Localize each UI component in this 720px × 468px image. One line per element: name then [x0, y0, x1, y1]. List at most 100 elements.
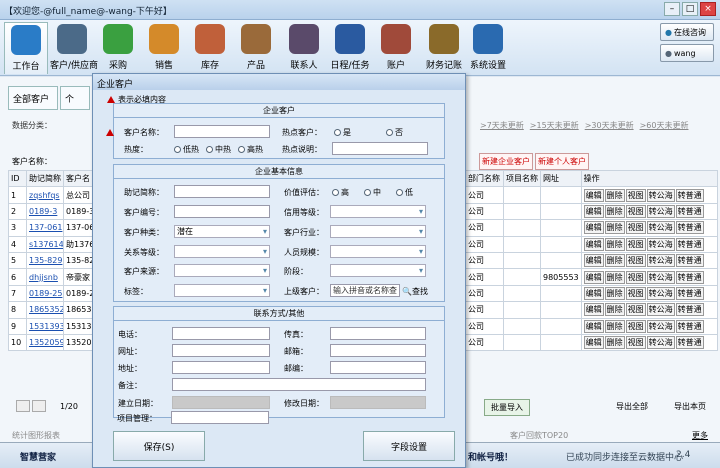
row-action-button[interactable]: 视图 — [625, 237, 646, 251]
toolbar-customers-button[interactable]: 客户/供应商 — [50, 22, 98, 74]
top20-link[interactable]: 客户回款TOP20 — [510, 430, 568, 441]
row-action-button[interactable]: 视图 — [625, 336, 646, 350]
hot-desc-input[interactable] — [332, 142, 428, 155]
update-filter-link[interactable]: >7天未更新 — [480, 121, 524, 130]
update-filter-link[interactable]: >15天未更新 — [530, 121, 579, 130]
toolbar-basket-button[interactable]: 采购 — [96, 22, 140, 74]
row-action-button[interactable]: 转公海 — [646, 303, 675, 317]
tab-personal[interactable]: 个 — [60, 86, 90, 110]
table-row[interactable]: 6 dhjjsnb 帝豪家 — [8, 268, 96, 286]
table-cell[interactable]: 137-061 — [29, 223, 62, 232]
table-row[interactable]: 5 135-829 135-82 — [8, 251, 96, 270]
online-consult-button[interactable]: ● 在线咨询 — [660, 23, 714, 41]
row-action-button[interactable]: 删除 — [604, 188, 625, 202]
table-row[interactable]: 公司 编辑 删除 视图 转公海 转普通 — [465, 333, 718, 352]
column-header[interactable]: 部门名称 — [465, 169, 504, 188]
value-high-radio[interactable]: 高 — [332, 187, 349, 198]
heat-low-radio[interactable]: 低热 — [174, 144, 199, 155]
export-page-button[interactable]: 导出本页 — [674, 401, 706, 412]
row-action-button[interactable]: 编辑 — [583, 237, 604, 251]
stats-report-checkbox[interactable]: 统计图形报表 — [12, 430, 60, 441]
toolbar-ledger-button[interactable]: 财务记账 — [422, 22, 466, 74]
email-input[interactable] — [330, 344, 426, 357]
heat-high-radio[interactable]: 高热 — [238, 144, 263, 155]
row-action-button[interactable]: 编辑 — [583, 188, 604, 202]
toolbar-sales-button[interactable]: 销售 — [142, 22, 186, 74]
row-action-button[interactable]: 删除 — [604, 286, 625, 300]
row-action-button[interactable]: 转公海 — [646, 221, 675, 235]
table-cell[interactable]: dhjjsnb — [29, 273, 58, 282]
row-action-button[interactable]: 编辑 — [583, 204, 604, 218]
row-action-button[interactable]: 视图 — [625, 204, 646, 218]
type-select[interactable]: 潜在 — [174, 225, 270, 238]
row-action-button[interactable]: 视图 — [625, 303, 646, 317]
credit-select[interactable] — [330, 205, 426, 218]
row-action-button[interactable]: 删除 — [604, 336, 625, 350]
table-row[interactable]: 8 1865352 18653 — [8, 301, 96, 319]
row-action-button[interactable]: 编辑 — [583, 270, 604, 284]
row-action-button[interactable]: 删除 — [604, 237, 625, 251]
source-select[interactable] — [174, 264, 270, 277]
value-low-radio[interactable]: 低 — [396, 187, 413, 198]
export-all-button[interactable]: 导出全部 — [616, 401, 648, 412]
row-action-button[interactable]: 转普通 — [675, 204, 704, 218]
toolbar-warehouse-button[interactable]: 库存 — [188, 22, 232, 74]
row-action-button[interactable]: 视图 — [625, 319, 646, 333]
hot-yes-radio[interactable]: 是 — [334, 127, 351, 138]
row-action-button[interactable]: 转普通 — [675, 254, 704, 268]
value-mid-radio[interactable]: 中 — [364, 187, 381, 198]
table-cell[interactable]: 135-829 — [29, 256, 62, 265]
field-settings-button[interactable]: 字段设置 — [363, 431, 455, 461]
row-action-button[interactable]: 视图 — [625, 286, 646, 300]
table-cell[interactable]: 1531393 — [29, 322, 63, 331]
row-action-button[interactable]: 删除 — [604, 204, 625, 218]
toolbar-workbench-button[interactable]: 工作台 — [4, 22, 48, 74]
row-action-button[interactable]: 视图 — [625, 270, 646, 284]
tab-all-customers[interactable]: 全部客户 — [8, 86, 58, 110]
row-action-button[interactable]: 转公海 — [646, 188, 675, 202]
tag-select[interactable] — [174, 284, 270, 297]
hot-no-radio[interactable]: 否 — [386, 127, 403, 138]
row-action-button[interactable]: 删除 — [604, 319, 625, 333]
row-action-button[interactable]: 转公海 — [646, 336, 675, 350]
project-mgmt-input[interactable] — [171, 411, 269, 424]
row-action-button[interactable]: 删除 — [604, 270, 625, 284]
row-action-button[interactable]: 视图 — [625, 254, 646, 268]
table-row[interactable]: 公司 编辑 删除 视图 转公海 转普通 — [465, 186, 718, 204]
table-cell[interactable]: 0189-25 — [29, 289, 62, 298]
new-enterprise-customer-button[interactable]: 新建企业客户 — [479, 153, 533, 170]
save-button[interactable]: 保存(S) — [113, 431, 205, 461]
row-action-button[interactable]: 编辑 — [583, 319, 604, 333]
phone-input[interactable] — [172, 327, 270, 340]
url-input[interactable] — [172, 344, 270, 357]
table-row[interactable]: 4s137614助13761 — [8, 235, 96, 253]
row-action-button[interactable]: 转普通 — [675, 237, 704, 251]
table-row[interactable]: 7 0189-25 0189-2 — [8, 284, 96, 303]
table-row[interactable]: 公司 9805553 编辑 删除 视图 转公海 转普通 — [465, 268, 718, 286]
row-action-button[interactable]: 转普通 — [675, 270, 704, 284]
toolbar-tools-button[interactable]: 账户 — [374, 22, 418, 74]
relation-select[interactable] — [174, 245, 270, 258]
row-action-button[interactable]: 转普通 — [675, 303, 704, 317]
table-cell[interactable]: 0189-3 — [29, 207, 57, 216]
table-cell[interactable]: s137614 — [29, 240, 63, 249]
table-row[interactable]: 9 1531393 15313 — [8, 317, 96, 335]
row-action-button[interactable]: 视图 — [625, 221, 646, 235]
maximize-button[interactable]: □ — [682, 2, 698, 16]
row-action-button[interactable]: 编辑 — [583, 221, 604, 235]
table-row[interactable]: 公司 编辑 删除 视图 转公海 转普通 — [465, 317, 718, 335]
column-header[interactable]: ID — [8, 169, 27, 188]
row-action-button[interactable]: 转公海 — [646, 286, 675, 300]
row-action-button[interactable]: 编辑 — [583, 303, 604, 317]
customer-name-input[interactable] — [174, 125, 270, 138]
table-cell[interactable]: 1865352 — [29, 305, 63, 314]
toolbar-settings-button[interactable]: 系统设置 — [466, 22, 510, 74]
batch-import-button[interactable]: 批量导入 — [484, 399, 530, 416]
fax-input[interactable] — [330, 327, 426, 340]
table-row[interactable]: 公司 编辑 删除 视图 转公海 转普通 — [465, 251, 718, 270]
row-action-button[interactable]: 编辑 — [583, 254, 604, 268]
parent-input[interactable]: 输入拼音或名称查 — [330, 284, 400, 297]
minimize-button[interactable]: – — [664, 2, 680, 16]
row-action-button[interactable]: 转公海 — [646, 204, 675, 218]
row-action-button[interactable]: 转普通 — [675, 286, 704, 300]
